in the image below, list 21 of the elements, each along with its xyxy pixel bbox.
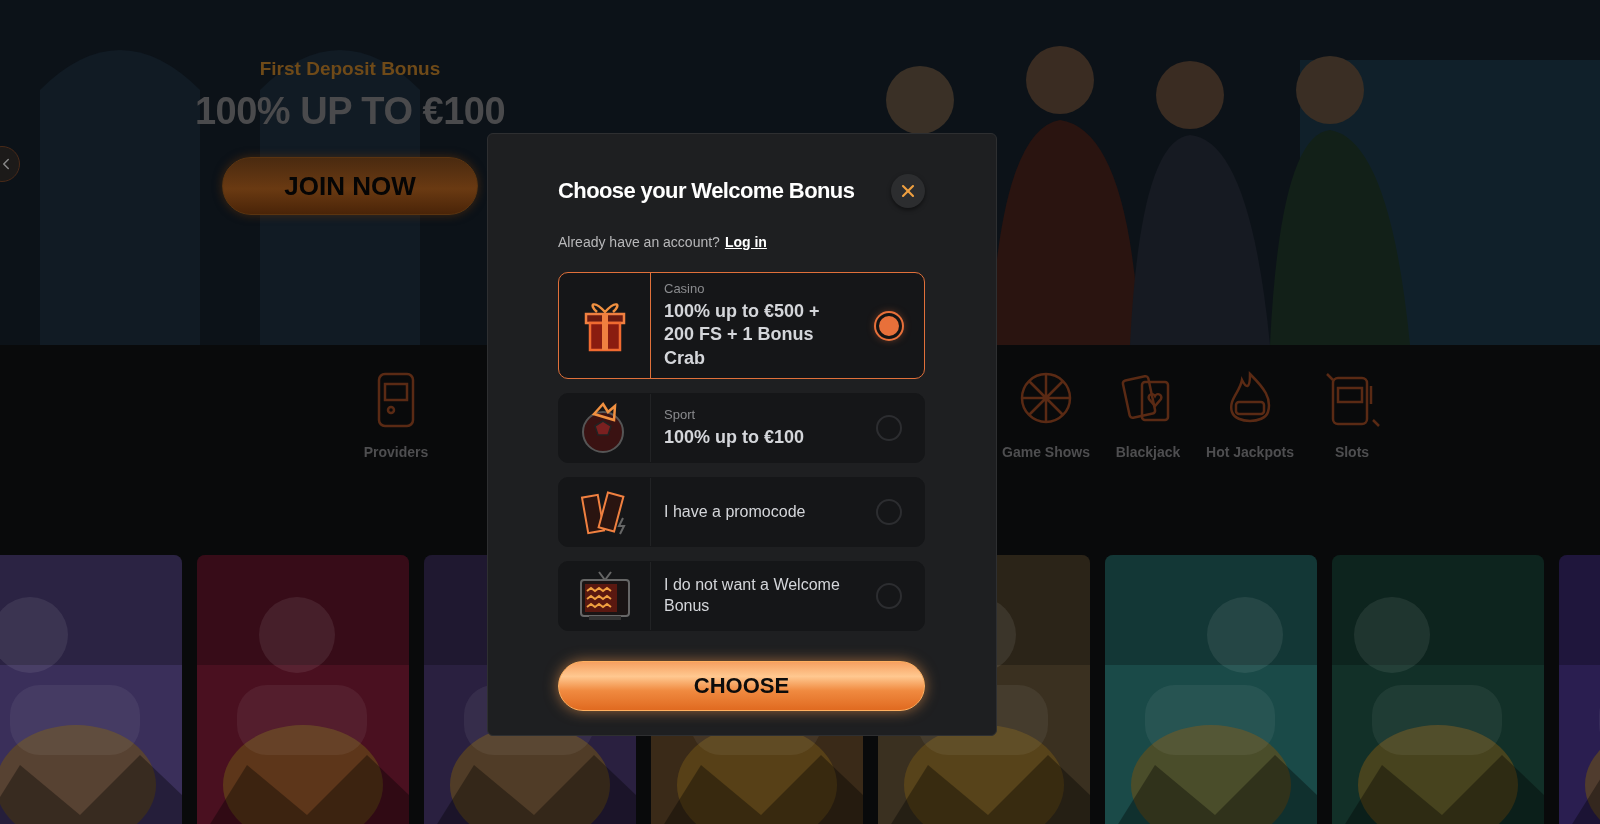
radio-button[interactable] — [876, 312, 902, 339]
bonus-option[interactable]: Casino 100% up to €500 + 200 FS + 1 Bonus Crab — [558, 272, 925, 380]
option-offer: 100% up to €100 — [664, 425, 806, 449]
option-offer: 100% up to €500 + 200 FS + 1 Bonus Crab — [664, 300, 821, 370]
option-category: Sport — [664, 406, 697, 422]
option-offer: I have a promocode — [664, 501, 807, 522]
bonus-option[interactable]: I do not want a Welcome Bonus — [558, 561, 925, 632]
bonus-option[interactable]: Sport 100% up to €100 — [558, 393, 925, 464]
login-link[interactable]: Log in — [724, 234, 767, 250]
radio-button[interactable] — [876, 415, 902, 442]
dialog-title: Choose your Welcome Bonus — [558, 178, 855, 204]
close-button[interactable] — [891, 174, 925, 208]
account-prompt: Already have an account? — [558, 234, 720, 250]
banner-headline: 100% UP TO €100 — [194, 90, 506, 133]
radio-button[interactable] — [876, 499, 902, 526]
choose-button[interactable]: CHOOSE — [558, 661, 925, 712]
radio-button[interactable] — [876, 583, 902, 610]
option-offer: I do not want a Welcome Bonus — [664, 575, 841, 617]
option-category: Casino — [664, 281, 706, 296]
bonus-option[interactable]: I have a promocode — [558, 477, 925, 548]
banner-subtitle: First Deposit Bonus — [259, 58, 441, 80]
